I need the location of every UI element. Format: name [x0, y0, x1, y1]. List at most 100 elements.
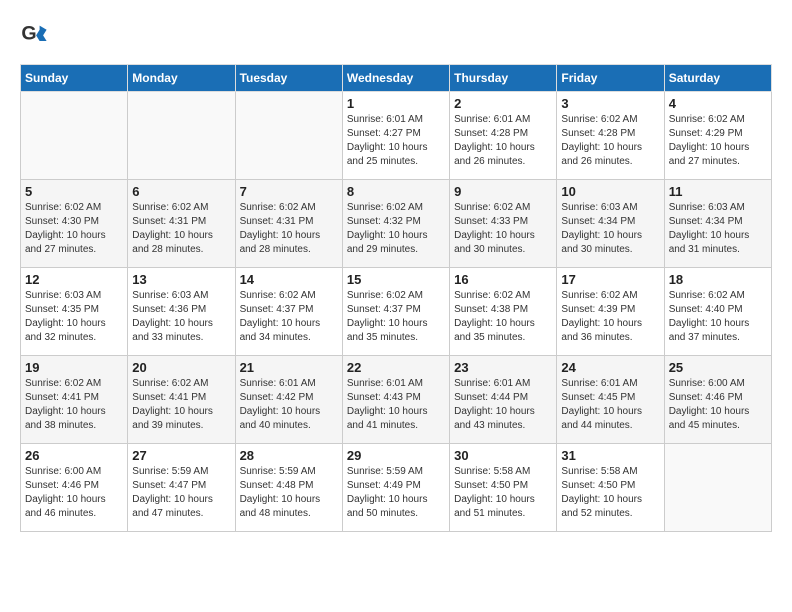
day-number: 28 — [240, 448, 338, 463]
day-info: Sunrise: 6:02 AM Sunset: 4:40 PM Dayligh… — [669, 289, 767, 345]
day-number: 31 — [561, 448, 659, 463]
day-number: 19 — [25, 360, 123, 375]
calendar-cell: 7 Sunrise: 6:02 AM Sunset: 4:31 PM Daylig… — [235, 180, 342, 268]
day-number: 1 — [347, 96, 445, 111]
calendar-body: 1 Sunrise: 6:01 AM Sunset: 4:27 PM Daylig… — [21, 92, 772, 532]
day-info: Sunrise: 6:02 AM Sunset: 4:29 PM Dayligh… — [669, 113, 767, 169]
day-number: 12 — [25, 272, 123, 287]
calendar-cell: 9 Sunrise: 6:02 AM Sunset: 4:33 PM Daylig… — [450, 180, 557, 268]
calendar-cell — [128, 92, 235, 180]
logo: G — [20, 20, 52, 48]
calendar-table: SundayMondayTuesdayWednesdayThursdayFrid… — [20, 64, 772, 532]
day-info: Sunrise: 6:01 AM Sunset: 4:44 PM Dayligh… — [454, 377, 552, 433]
day-info: Sunrise: 6:02 AM Sunset: 4:38 PM Dayligh… — [454, 289, 552, 345]
week-row-4: 19 Sunrise: 6:02 AM Sunset: 4:41 PM Dayli… — [21, 356, 772, 444]
calendar-cell — [235, 92, 342, 180]
day-number: 23 — [454, 360, 552, 375]
logo-icon: G — [20, 20, 48, 48]
day-info: Sunrise: 6:02 AM Sunset: 4:33 PM Dayligh… — [454, 201, 552, 257]
day-header-tuesday: Tuesday — [235, 65, 342, 92]
day-number: 4 — [669, 96, 767, 111]
week-row-3: 12 Sunrise: 6:03 AM Sunset: 4:35 PM Dayli… — [21, 268, 772, 356]
day-info: Sunrise: 6:00 AM Sunset: 4:46 PM Dayligh… — [25, 465, 123, 521]
calendar-cell: 8Sunrise: 6:02 AM Sunset: 4:32 PM Daylig… — [342, 180, 449, 268]
calendar-cell: 4 Sunrise: 6:02 AM Sunset: 4:29 PM Daylig… — [664, 92, 771, 180]
day-info: Sunrise: 6:02 AM Sunset: 4:41 PM Dayligh… — [132, 377, 230, 433]
day-number: 30 — [454, 448, 552, 463]
day-number: 3 — [561, 96, 659, 111]
day-info: Sunrise: 6:02 AM Sunset: 4:31 PM Dayligh… — [132, 201, 230, 257]
day-info: Sunrise: 6:02 AM Sunset: 4:32 PM Dayligh… — [347, 201, 445, 257]
day-info: Sunrise: 5:59 AM Sunset: 4:47 PM Dayligh… — [132, 465, 230, 521]
day-number: 13 — [132, 272, 230, 287]
day-number: 7 — [240, 184, 338, 199]
calendar-cell: 18 Sunrise: 6:02 AM Sunset: 4:40 PM Dayli… — [664, 268, 771, 356]
day-number: 14 — [240, 272, 338, 287]
day-number: 25 — [669, 360, 767, 375]
calendar-cell: 20 Sunrise: 6:02 AM Sunset: 4:41 PM Dayli… — [128, 356, 235, 444]
calendar-cell: 22Sunrise: 6:01 AM Sunset: 4:43 PM Dayli… — [342, 356, 449, 444]
day-number: 9 — [454, 184, 552, 199]
calendar-cell: 10 Sunrise: 6:03 AM Sunset: 4:34 PM Dayli… — [557, 180, 664, 268]
calendar-cell: 17 Sunrise: 6:02 AM Sunset: 4:39 PM Dayli… — [557, 268, 664, 356]
day-info: Sunrise: 6:03 AM Sunset: 4:36 PM Dayligh… — [132, 289, 230, 345]
day-number: 20 — [132, 360, 230, 375]
day-info: Sunrise: 5:58 AM Sunset: 4:50 PM Dayligh… — [454, 465, 552, 521]
day-info: Sunrise: 6:01 AM Sunset: 4:28 PM Dayligh… — [454, 113, 552, 169]
day-info: Sunrise: 6:01 AM Sunset: 4:42 PM Dayligh… — [240, 377, 338, 433]
calendar-header-row: SundayMondayTuesdayWednesdayThursdayFrid… — [21, 65, 772, 92]
day-number: 17 — [561, 272, 659, 287]
day-info: Sunrise: 6:02 AM Sunset: 4:37 PM Dayligh… — [240, 289, 338, 345]
calendar-cell — [664, 444, 771, 532]
day-info: Sunrise: 5:58 AM Sunset: 4:50 PM Dayligh… — [561, 465, 659, 521]
calendar-cell — [21, 92, 128, 180]
day-header-friday: Friday — [557, 65, 664, 92]
day-number: 11 — [669, 184, 767, 199]
day-info: Sunrise: 6:03 AM Sunset: 4:34 PM Dayligh… — [669, 201, 767, 257]
calendar-cell: 21 Sunrise: 6:01 AM Sunset: 4:42 PM Dayli… — [235, 356, 342, 444]
calendar-cell: 24Sunrise: 6:01 AM Sunset: 4:45 PM Dayli… — [557, 356, 664, 444]
day-number: 26 — [25, 448, 123, 463]
day-number: 27 — [132, 448, 230, 463]
calendar-cell: 12 Sunrise: 6:03 AM Sunset: 4:35 PM Dayli… — [21, 268, 128, 356]
day-number: 21 — [240, 360, 338, 375]
calendar-cell: 6 Sunrise: 6:02 AM Sunset: 4:31 PM Daylig… — [128, 180, 235, 268]
day-number: 16 — [454, 272, 552, 287]
day-info: Sunrise: 6:02 AM Sunset: 4:41 PM Dayligh… — [25, 377, 123, 433]
calendar-cell: 2Sunrise: 6:01 AM Sunset: 4:28 PM Daylig… — [450, 92, 557, 180]
calendar-cell: 30 Sunrise: 5:58 AM Sunset: 4:50 PM Dayli… — [450, 444, 557, 532]
day-info: Sunrise: 6:01 AM Sunset: 4:27 PM Dayligh… — [347, 113, 445, 169]
calendar-cell: 13 Sunrise: 6:03 AM Sunset: 4:36 PM Dayli… — [128, 268, 235, 356]
day-header-monday: Monday — [128, 65, 235, 92]
calendar-cell: 29Sunrise: 5:59 AM Sunset: 4:49 PM Dayli… — [342, 444, 449, 532]
day-number: 15 — [347, 272, 445, 287]
day-info: Sunrise: 6:03 AM Sunset: 4:34 PM Dayligh… — [561, 201, 659, 257]
calendar-cell: 19 Sunrise: 6:02 AM Sunset: 4:41 PM Dayli… — [21, 356, 128, 444]
calendar-cell: 26 Sunrise: 6:00 AM Sunset: 4:46 PM Dayli… — [21, 444, 128, 532]
week-row-1: 1 Sunrise: 6:01 AM Sunset: 4:27 PM Daylig… — [21, 92, 772, 180]
day-info: Sunrise: 6:02 AM Sunset: 4:31 PM Dayligh… — [240, 201, 338, 257]
day-number: 6 — [132, 184, 230, 199]
day-number: 22 — [347, 360, 445, 375]
calendar-cell: 31 Sunrise: 5:58 AM Sunset: 4:50 PM Dayli… — [557, 444, 664, 532]
day-info: Sunrise: 5:59 AM Sunset: 4:49 PM Dayligh… — [347, 465, 445, 521]
day-number: 24 — [561, 360, 659, 375]
day-number: 10 — [561, 184, 659, 199]
day-number: 18 — [669, 272, 767, 287]
day-number: 5 — [25, 184, 123, 199]
day-info: Sunrise: 5:59 AM Sunset: 4:48 PM Dayligh… — [240, 465, 338, 521]
day-header-wednesday: Wednesday — [342, 65, 449, 92]
calendar-cell: 15 Sunrise: 6:02 AM Sunset: 4:37 PM Dayli… — [342, 268, 449, 356]
day-info: Sunrise: 6:00 AM Sunset: 4:46 PM Dayligh… — [669, 377, 767, 433]
calendar-cell: 1 Sunrise: 6:01 AM Sunset: 4:27 PM Daylig… — [342, 92, 449, 180]
day-info: Sunrise: 6:02 AM Sunset: 4:39 PM Dayligh… — [561, 289, 659, 345]
calendar-cell: 14 Sunrise: 6:02 AM Sunset: 4:37 PM Dayli… — [235, 268, 342, 356]
calendar-cell: 27 Sunrise: 5:59 AM Sunset: 4:47 PM Dayli… — [128, 444, 235, 532]
day-info: Sunrise: 6:03 AM Sunset: 4:35 PM Dayligh… — [25, 289, 123, 345]
calendar-cell: 16 Sunrise: 6:02 AM Sunset: 4:38 PM Dayli… — [450, 268, 557, 356]
day-header-saturday: Saturday — [664, 65, 771, 92]
day-info: Sunrise: 6:02 AM Sunset: 4:30 PM Dayligh… — [25, 201, 123, 257]
day-info: Sunrise: 6:02 AM Sunset: 4:37 PM Dayligh… — [347, 289, 445, 345]
calendar-cell: 5 Sunrise: 6:02 AM Sunset: 4:30 PM Daylig… — [21, 180, 128, 268]
page-header: G — [20, 20, 772, 48]
